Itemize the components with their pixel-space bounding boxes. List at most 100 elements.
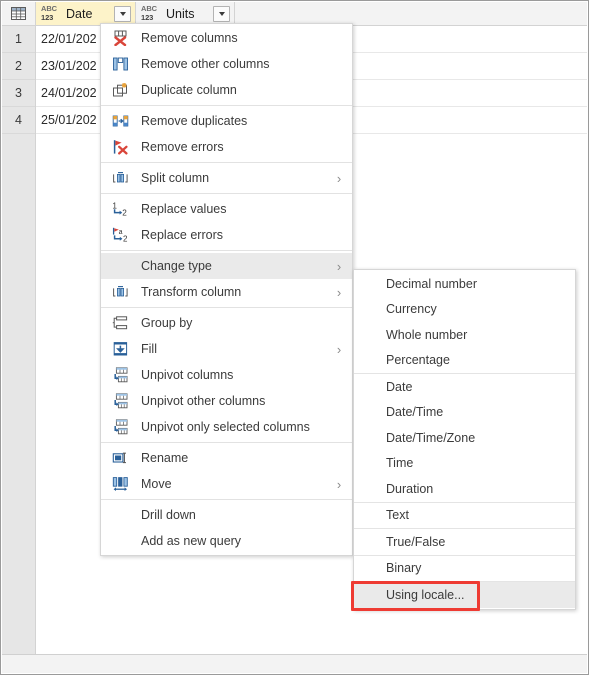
remove-other-columns-icon [107,55,133,73]
submenu-item-label: Text [386,508,409,523]
submenu-item-text[interactable]: Text [354,503,575,529]
menu-item-label: Remove duplicates [141,114,248,128]
menu-item-label: Group by [141,316,193,330]
menu-item-rename[interactable]: Rename [101,445,352,471]
submenu-item-label: Date/Time [386,405,444,420]
none [107,532,133,550]
submenu-item-using-locale[interactable]: Using locale... [354,582,575,608]
menu-item-label: Fill [141,342,157,356]
chevron-down-icon [119,11,126,16]
column-header-date[interactable]: ABC 123 Date [36,2,136,25]
menu-item-label: Change type [141,259,212,273]
row-number[interactable]: 2 [2,53,35,80]
row-number[interactable]: 3 [2,80,35,107]
submenu-item-date[interactable]: Date [354,374,575,400]
menu-separator [101,250,352,251]
menu-item-label: Split column [141,171,210,185]
submenu-item-currency[interactable]: Currency [354,297,575,323]
replace-errors-icon: a2 [107,226,133,244]
row-number[interactable]: 4 [2,107,35,134]
chevron-right-icon: › [336,284,342,300]
menu-item-change-type[interactable]: Change type › [101,253,352,279]
status-bar [2,654,587,673]
menu-item-label: Unpivot columns [141,368,234,382]
menu-item-move[interactable]: Move › [101,471,352,497]
menu-item-unpivot-other-columns[interactable]: Unpivot other columns [101,388,352,414]
menu-item-replace-errors[interactable]: a 2 Replace errors [101,222,352,248]
chevron-right-icon: › [336,258,342,274]
menu-item-remove-columns[interactable]: Remove columns [101,25,352,51]
menu-item-remove-other-columns[interactable]: Remove other columns [101,51,352,77]
group-by-icon [107,314,133,332]
menu-item-label: Unpivot only selected columns [141,420,310,434]
svg-text:a: a [118,229,122,236]
column-header-units[interactable]: ABC 123 Units [136,2,235,25]
remove-columns-icon [107,29,133,47]
menu-item-label: Rename [141,451,189,465]
column-context-menu[interactable]: Remove columns Remove other columns Duplic… [100,23,353,556]
duplicate-column-icon [107,81,133,99]
column-header-empty-space [235,2,587,25]
column-header-label: Date [66,6,93,21]
submenu-item-label: Decimal number [386,276,478,291]
select-all-table-icon [11,7,26,20]
unpivot-only-selected-columns-icon [107,418,133,436]
svg-text:2: 2 [123,235,128,243]
menu-item-remove-errors[interactable]: Remove errors [101,134,352,160]
none [107,257,133,275]
submenu-item-percentage[interactable]: Percentage [354,348,575,374]
menu-item-label: Unpivot other columns [141,394,266,408]
svg-text:2: 2 [122,209,127,217]
menu-separator [101,307,352,308]
menu-item-duplicate-column[interactable]: Duplicate column [101,77,352,103]
menu-separator [101,193,352,194]
menu-item-label: Remove errors [141,140,224,154]
submenu-item-duration[interactable]: Duration [354,476,575,502]
row-number[interactable]: 1 [2,26,35,53]
menu-item-label: Move [141,477,172,491]
submenu-item-label: Percentage [386,353,450,368]
submenu-item-binary[interactable]: Binary [354,556,575,582]
select-all-cell[interactable] [2,2,36,25]
submenu-item-decimal-number[interactable]: Decimal number [354,271,575,297]
submenu-item-date-time[interactable]: Date/Time [354,400,575,426]
abc123-any-type-icon: ABC 123 [141,4,157,22]
column-filter-button-units[interactable] [213,5,230,22]
move-icon [107,475,133,493]
menu-separator [101,499,352,500]
submenu-item-date-time-zone[interactable]: Date/Time/Zone [354,425,575,451]
menu-item-label: Remove other columns [141,57,270,71]
replace-values-icon: 12 [107,200,133,218]
menu-item-label: Drill down [141,508,196,522]
menu-item-unpivot-columns[interactable]: Unpivot columns [101,362,352,388]
submenu-item-true-false[interactable]: True/False [354,529,575,555]
submenu-item-label: Currency [386,302,437,317]
menu-item-transform-column[interactable]: Transform column › [101,279,352,305]
menu-item-split-column[interactable]: Split column › [101,165,352,191]
svg-text:1: 1 [112,201,117,210]
submenu-item-label: Duration [386,481,434,496]
menu-item-label: Replace errors [141,228,223,242]
menu-item-unpivot-only-selected-columns[interactable]: Unpivot only selected columns [101,414,352,440]
menu-item-drill-down[interactable]: Drill down [101,502,352,528]
submenu-item-whole-number[interactable]: Whole number [354,322,575,348]
remove-duplicates-icon [107,112,133,130]
submenu-item-label: Time [386,456,414,471]
submenu-item-time[interactable]: Time [354,451,575,477]
menu-item-group-by[interactable]: Group by [101,310,352,336]
menu-item-label: Remove columns [141,31,238,45]
change-type-submenu[interactable]: Decimal number Currency Whole number Percen… [353,269,576,610]
submenu-item-label: Date [386,379,413,394]
column-filter-button-date[interactable] [114,5,131,22]
menu-item-add-as-new-query[interactable]: Add as new query [101,528,352,554]
none [107,506,133,524]
menu-item-replace-values[interactable]: 1 2 Replace values [101,196,352,222]
menu-item-label: Duplicate column [141,83,237,97]
menu-item-fill[interactable]: Fill › [101,336,352,362]
submenu-item-label: True/False [386,534,446,549]
menu-item-remove-duplicates[interactable]: Remove duplicates [101,108,352,134]
menu-item-label: Add as new query [141,534,242,548]
submenu-item-label: Binary [386,561,422,576]
submenu-item-label: Using locale... [386,587,465,602]
fill-icon [107,340,133,358]
